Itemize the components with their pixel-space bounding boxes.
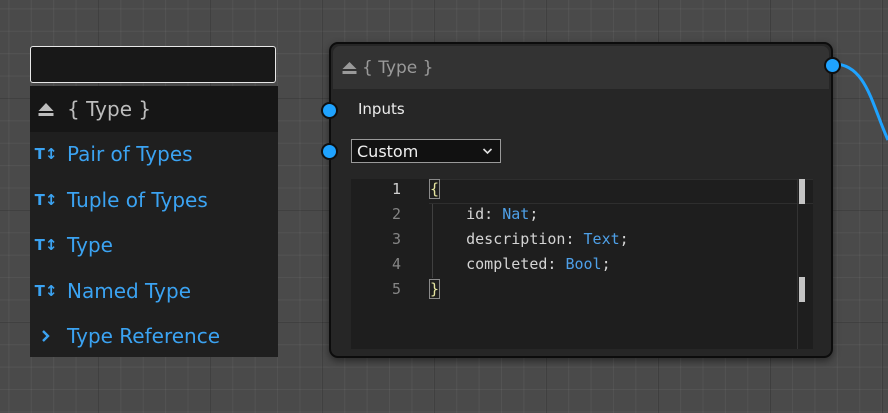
eject-icon xyxy=(36,101,56,117)
palette-item-label: Pair of Types xyxy=(67,142,193,167)
chevron-right-icon xyxy=(36,329,56,343)
type-text-icon: T↕ xyxy=(34,281,58,300)
overview-ruler-mark xyxy=(799,179,805,204)
type-keyword: Bool xyxy=(565,255,602,273)
palette-item-label: Type xyxy=(67,233,113,258)
close-brace: } xyxy=(428,279,441,299)
line-number: 2 xyxy=(391,205,401,223)
line-number: 3 xyxy=(391,230,401,248)
line-number-gutter: 1 2 3 4 5 xyxy=(351,179,429,349)
palette-item-named-type[interactable]: T↕ Named Type xyxy=(30,268,278,314)
type-keyword: Nat xyxy=(502,205,530,223)
node-header[interactable]: { Type } xyxy=(333,46,829,89)
inputs-port[interactable] xyxy=(321,102,338,119)
eject-icon xyxy=(341,60,358,75)
palette-item-type-block[interactable]: { Type } xyxy=(30,86,278,132)
code-editor[interactable]: 1 2 3 4 5 { id: Nat; description: Text; … xyxy=(351,179,813,349)
palette-item-label: Named Type xyxy=(67,278,191,303)
current-line-highlight xyxy=(429,179,813,204)
type-select-port[interactable] xyxy=(321,143,338,160)
palette-item-tuple-of-types[interactable]: T↕ Tuple of Types xyxy=(30,177,278,223)
palette-item-label: Type Reference xyxy=(67,324,221,349)
palette-item-label: Tuple of Types xyxy=(67,187,208,212)
line-number: 5 xyxy=(391,280,401,298)
code-line-4: completed: Bool; xyxy=(430,255,611,273)
output-port[interactable] xyxy=(824,57,841,74)
type-text-icon: T↕ xyxy=(34,190,58,209)
palette-item-pair-of-types[interactable]: T↕ Pair of Types xyxy=(30,132,278,178)
code-line-1: { xyxy=(428,179,441,199)
chevron-down-icon xyxy=(482,143,493,162)
code-line-3: description: Text; xyxy=(430,230,629,248)
code-content: { id: Nat; description: Text; completed:… xyxy=(428,179,629,305)
code-line-2: id: Nat; xyxy=(430,205,539,223)
type-select-value: Custom xyxy=(357,141,419,161)
palette-item-type[interactable]: T↕ Type xyxy=(30,223,278,269)
code-line-5: } xyxy=(428,279,441,299)
type-text-icon: T↕ xyxy=(34,145,58,164)
inputs-label: Inputs xyxy=(358,100,405,118)
palette-search-input[interactable] xyxy=(30,46,276,83)
type-select[interactable]: Custom xyxy=(351,139,501,163)
type-node[interactable]: { Type } Inputs Custom 1 2 3 4 5 { id: N… xyxy=(321,42,841,358)
open-brace: { xyxy=(428,179,441,199)
node-title: { Type } xyxy=(362,57,434,78)
palette-item-label: { Type } xyxy=(67,96,152,121)
palette-item-type-reference[interactable]: Type Reference xyxy=(30,314,278,360)
node-palette: { Type } T↕ Pair of Types T↕ Tuple of Ty… xyxy=(30,46,278,357)
line-number: 1 xyxy=(391,180,401,198)
overview-ruler-mark xyxy=(799,277,805,302)
editor-scrollbar[interactable] xyxy=(797,179,813,349)
palette-list: { Type } T↕ Pair of Types T↕ Tuple of Ty… xyxy=(30,86,278,357)
type-text-icon: T↕ xyxy=(34,236,58,255)
line-number: 4 xyxy=(391,255,401,273)
type-keyword: Text xyxy=(583,230,620,248)
